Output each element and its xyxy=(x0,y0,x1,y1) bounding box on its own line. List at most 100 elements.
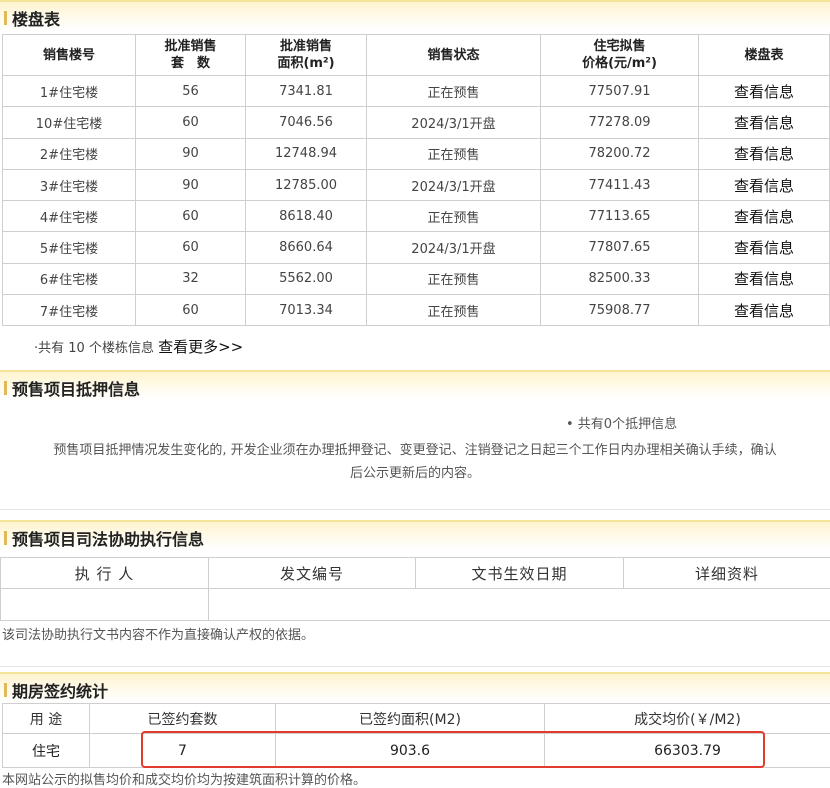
table-cell xyxy=(0,588,209,621)
table-row: 1#住宅楼 56 7341.81 正在预售 77507.91 查看信息 xyxy=(2,74,830,108)
table-cell: 5#住宅楼 xyxy=(2,231,136,264)
table-row xyxy=(0,588,830,621)
table-cell: 56 xyxy=(135,74,246,108)
view-info-link[interactable]: 查看信息 xyxy=(698,294,830,327)
building-section-header: 楼盘表 xyxy=(0,0,830,30)
section-marker xyxy=(4,683,7,697)
column-header: 楼盘表 xyxy=(698,34,830,76)
table-cell: 77411.43 xyxy=(540,168,699,202)
table-cell: 8618.40 xyxy=(245,200,367,233)
table-cell: 7046.56 xyxy=(245,106,367,139)
table-row: 6#住宅楼 32 5562.00 正在预售 82500.33 查看信息 xyxy=(2,262,830,296)
table-cell: 2024/3/1开盘 xyxy=(366,168,541,202)
table-row: 7#住宅楼 60 7013.34 正在预售 75908.77 查看信息 xyxy=(2,294,830,327)
table-cell: 正在预售 xyxy=(366,137,541,170)
section-marker xyxy=(4,381,7,395)
table-row: 2#住宅楼 90 12748.94 正在预售 78200.72 查看信息 xyxy=(2,137,830,170)
table-cell: 60 xyxy=(135,231,246,264)
column-header: 成交均价(￥/M2) xyxy=(544,703,830,734)
table-cell: 90 xyxy=(135,168,246,202)
table-cell xyxy=(208,588,830,621)
table-cell: 10#住宅楼 xyxy=(2,106,136,139)
view-more-link[interactable]: 查看更多>> xyxy=(158,338,243,356)
column-header: 销售状态 xyxy=(366,34,541,76)
table-cell: 12785.00 xyxy=(245,168,367,202)
judicial-table-header: 执 行 人发文编号 文书生效日期 详细资料 xyxy=(0,557,830,589)
judicial-table: 执 行 人发文编号 文书生效日期 详细资料 xyxy=(0,557,830,621)
column-header: 用 途 xyxy=(2,703,90,734)
mortgage-section-header: 预售项目抵押信息 xyxy=(0,370,830,400)
mortgage-count: • 共有0个抵押信息 xyxy=(566,417,678,432)
table-row: 4#住宅楼 60 8618.40 正在预售 77113.65 查看信息 xyxy=(2,200,830,233)
contract-section-title: 期房签约统计 xyxy=(12,682,109,701)
mortgage-section-title: 预售项目抵押信息 xyxy=(12,380,141,399)
table-cell: 75908.77 xyxy=(540,294,699,327)
column-header: 发文编号 xyxy=(208,557,416,589)
column-header: 文书生效日期 xyxy=(415,557,624,589)
divider xyxy=(0,666,830,667)
table-cell: 32 xyxy=(135,262,246,296)
table-cell: 2024/3/1开盘 xyxy=(366,106,541,139)
table-cell: 77507.91 xyxy=(540,74,699,108)
table-row: 10#住宅楼 60 7046.56 2024/3/1开盘 77278.09 查看信息 xyxy=(2,106,830,139)
table-cell: 60 xyxy=(135,106,246,139)
mortgage-notice: 预售项目抵押情况发生变化的, 开发企业须在办理抵押登记、变更登记、注销登记之日起… xyxy=(0,439,830,485)
table-cell: 4#住宅楼 xyxy=(2,200,136,233)
column-header: 批准销售 面积(m²) xyxy=(245,34,367,76)
column-header: 详细资料 xyxy=(623,557,830,589)
building-table-header: 销售楼号 批准销售 套 数批准销售 面积(m²) 销售状态 住宅拟售 价格(元/m²)… xyxy=(2,34,830,76)
judicial-note: 该司法协助执行文书内容不作为直接确认产权的依据。 xyxy=(2,628,315,643)
table-cell: 2024/3/1开盘 xyxy=(366,231,541,264)
table-cell: 77807.65 xyxy=(540,231,699,264)
table-row: 5#住宅楼 60 8660.64 2024/3/1开盘 77807.65 查看信息 xyxy=(2,231,830,264)
table-cell: 60 xyxy=(135,200,246,233)
table-cell: 60 xyxy=(135,294,246,327)
section-marker xyxy=(4,531,7,545)
building-table: 销售楼号 批准销售 套 数批准销售 面积(m²) 销售状态 住宅拟售 价格(元/m²)… xyxy=(2,34,830,327)
table-cell: 78200.72 xyxy=(540,137,699,170)
divider xyxy=(0,509,830,510)
view-info-link[interactable]: 查看信息 xyxy=(698,74,830,108)
column-header: 住宅拟售 价格(元/m²) xyxy=(540,34,699,76)
table-cell: 正在预售 xyxy=(366,294,541,327)
table-cell: 1#住宅楼 xyxy=(2,74,136,108)
table-cell: 3#住宅楼 xyxy=(2,168,136,202)
column-header: 已签约套数 xyxy=(89,703,276,734)
section-marker xyxy=(4,11,7,25)
table-cell: 7341.81 xyxy=(245,74,367,108)
view-info-link[interactable]: 查看信息 xyxy=(698,262,830,296)
table-cell: 12748.94 xyxy=(245,137,367,170)
building-section-title: 楼盘表 xyxy=(12,10,61,29)
table-cell: 正在预售 xyxy=(366,74,541,108)
table-cell: 77278.09 xyxy=(540,106,699,139)
table-cell: 77113.65 xyxy=(540,200,699,233)
view-info-link[interactable]: 查看信息 xyxy=(698,168,830,202)
column-header: 执 行 人 xyxy=(0,557,209,589)
table-row: 3#住宅楼 90 12785.00 2024/3/1开盘 77411.43 查看信息 xyxy=(2,168,830,202)
column-header: 已签约面积(M2) xyxy=(275,703,545,734)
column-header: 销售楼号 xyxy=(2,34,136,76)
table-cell: 7013.34 xyxy=(245,294,367,327)
table-cell: 5562.00 xyxy=(245,262,367,296)
table-cell: 正在预售 xyxy=(366,200,541,233)
view-info-link[interactable]: 查看信息 xyxy=(698,137,830,170)
table-cell: 6#住宅楼 xyxy=(2,262,136,296)
column-header: 批准销售 套 数 xyxy=(135,34,246,76)
view-info-link[interactable]: 查看信息 xyxy=(698,200,830,233)
table-cell: 2#住宅楼 xyxy=(2,137,136,170)
view-info-link[interactable]: 查看信息 xyxy=(698,231,830,264)
table-cell: 7#住宅楼 xyxy=(2,294,136,327)
judicial-section-title: 预售项目司法协助执行信息 xyxy=(12,530,205,549)
building-total-text: ·共有 10 个楼栋信息 xyxy=(34,341,154,356)
contract-table-header: 用 途已签约套数 已签约面积(M2) 成交均价(￥/M2) xyxy=(2,703,830,734)
mortgage-notice-line: 后公示更新后的内容。 xyxy=(349,466,480,481)
judicial-section-header: 预售项目司法协助执行信息 xyxy=(0,520,830,550)
view-info-link[interactable]: 查看信息 xyxy=(698,106,830,139)
price-footnote: 本网站公示的拟售均价和成交均价均为按建筑面积计算的价格。 xyxy=(2,773,367,788)
mortgage-notice-line: 预售项目抵押情况发生变化的, 开发企业须在办理抵押登记、变更登记、注销登记之日起… xyxy=(53,443,777,458)
highlight-box xyxy=(141,731,765,768)
table-cell: 正在预售 xyxy=(366,262,541,296)
contract-section-header: 期房签约统计 xyxy=(0,672,830,702)
building-total-row: ·共有 10 个楼栋信息 查看更多>> xyxy=(34,336,243,357)
table-cell: 90 xyxy=(135,137,246,170)
